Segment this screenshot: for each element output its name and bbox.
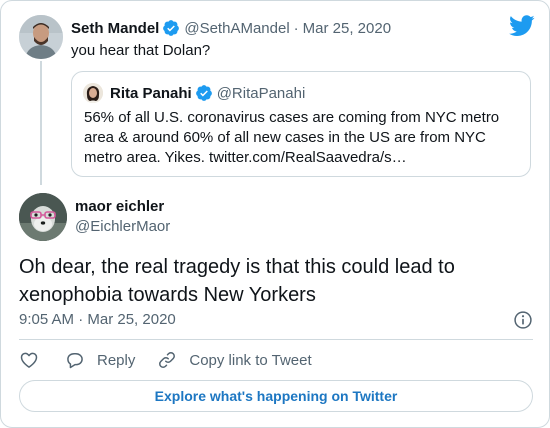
copy-link-label: Copy link to Tweet [189,351,312,369]
person-avatar-image [19,15,63,59]
heart-icon [20,352,38,368]
reply-button[interactable]: Reply [65,350,135,370]
link-icon [159,352,176,368]
parent-author-handle[interactable]: @SethAMandel [184,20,289,37]
info-icon[interactable] [513,310,533,330]
action-divider [19,339,533,340]
parent-tweet-date[interactable]: Mar 25, 2020 [303,20,391,37]
quoted-tweet-header: Rita Panahi @RitaPanahi [110,82,305,104]
main-avatar[interactable] [19,193,67,241]
verified-badge-icon [163,20,180,36]
quoted-author-name: Rita Panahi [110,84,192,102]
main-author-handle[interactable]: @EichlerMaor [75,217,170,237]
tweet-timestamp[interactable]: 9:05 AM · Mar 25, 2020 [19,310,176,330]
verified-badge-icon [195,85,212,101]
quoted-tweet[interactable]: Rita Panahi @RitaPanahi 56% of all U.S. … [71,71,531,177]
like-button[interactable] [19,350,39,370]
reply-bubble-icon [67,353,83,369]
parent-avatar[interactable] [19,15,63,59]
embedded-tweet-card: Seth Mandel @SethAMandel · Mar 25, 2020 … [0,0,550,428]
tweet-actions: Reply Copy link to Tweet [19,347,334,373]
explore-twitter-button[interactable]: Explore what's happening on Twitter [19,380,533,412]
main-author-name[interactable]: maor eichler [75,197,164,217]
parent-author-name[interactable]: Seth Mandel [71,20,159,37]
quoted-author-handle: @RitaPanahi [216,84,306,102]
person-avatar-image [19,193,67,241]
parent-tweet-text: you hear that Dolan? [71,42,211,59]
person-avatar-image [83,83,103,103]
copy-link-button[interactable]: Copy link to Tweet [157,350,312,370]
parent-tweet-header: Seth Mandel @SethAMandel · Mar 25, 2020 [71,17,391,39]
thread-connector-line [40,61,42,185]
main-tweet-text: Oh dear, the real tragedy is that this c… [19,256,455,306]
quoted-tweet-text: 56% of all U.S. coronavirus cases are co… [84,109,500,166]
quoted-avatar [83,83,103,103]
twitter-bird-icon[interactable] [509,15,535,37]
reply-label: Reply [97,351,136,369]
separator-dot: · [293,19,299,37]
